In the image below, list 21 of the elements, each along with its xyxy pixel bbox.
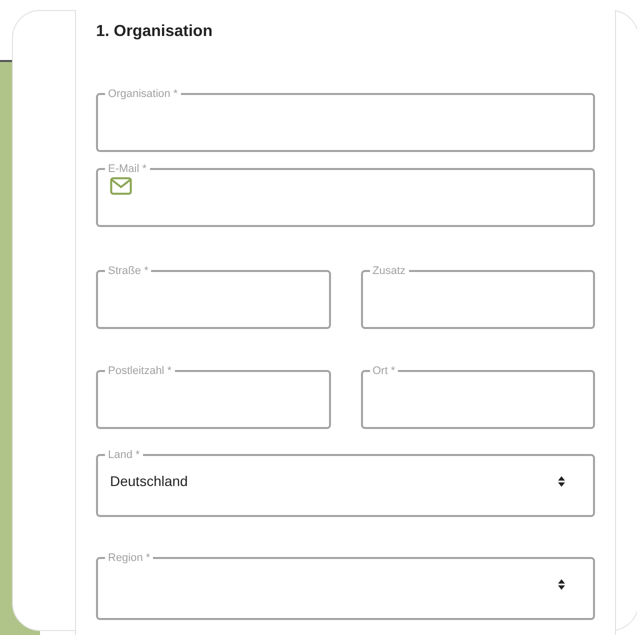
field-label: Region * [107, 552, 152, 564]
section-title: 1. Organisation [96, 22, 214, 42]
field-label: Zusatz [372, 265, 407, 277]
sort-arrows-icon [558, 476, 565, 486]
text-field[interactable]: Organisation * [96, 88, 595, 152]
text-field[interactable]: Zusatz [360, 265, 595, 329]
field-label: Straße * [107, 265, 150, 277]
field-label: Land * [107, 449, 141, 461]
sort-arrows-icon [558, 578, 565, 590]
field-label: E-Mail * [107, 163, 148, 175]
field-label: Organisation * [107, 88, 179, 100]
envelope-icon [110, 177, 132, 195]
select-field[interactable]: Land * Deutschland [96, 449, 595, 517]
text-field[interactable]: Ort * [360, 365, 595, 429]
field-label: Ort * [372, 365, 396, 377]
select-field[interactable]: Region * [96, 552, 595, 620]
text-field[interactable]: Straße * [96, 265, 330, 329]
text-field[interactable]: Postleitzahl * [96, 365, 330, 429]
select-value: Deutschland [110, 472, 188, 490]
field-label: Postleitzahl * [107, 365, 173, 377]
email-field[interactable]: E-Mail * [96, 163, 595, 227]
